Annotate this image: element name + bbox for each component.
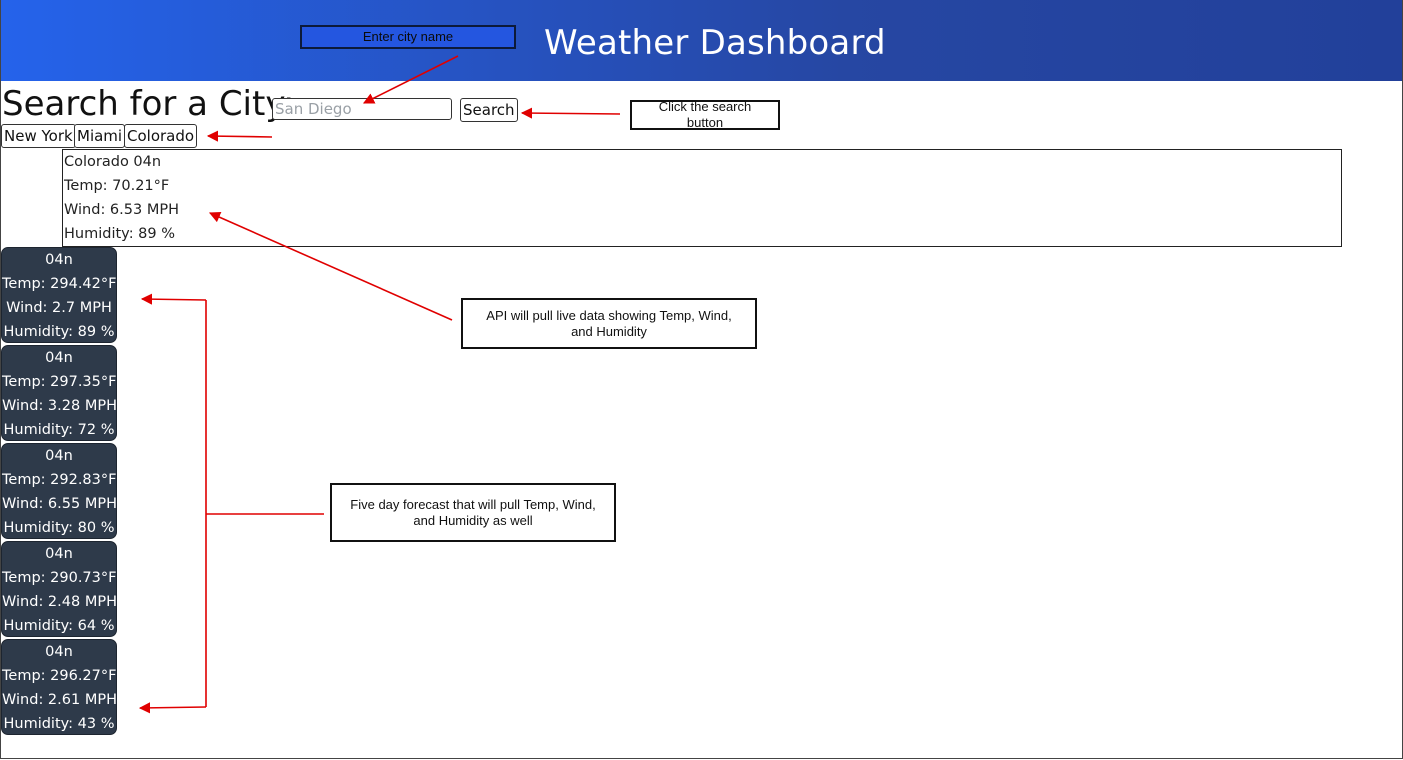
forecast-card: 04n Temp: 297.35°F Wind: 3.28 MPH Humidi… [1,345,117,441]
history-button-colorado[interactable]: Colorado [124,124,198,148]
forecast-wind: Wind: 6.55 MPH [2,496,117,512]
forecast-humidity: Humidity: 80 % [3,520,115,536]
annotation-five-day-forecast: Five day forecast that will pull Temp, W… [330,483,616,542]
annotation-click-search: Click the search button [630,99,780,130]
forecast-wind: Wind: 2.7 MPH [6,300,112,316]
city-search-input[interactable] [272,98,452,120]
forecast-humidity: Humidity: 89 % [3,324,115,340]
annotation-api-live-data: API will pull live data showing Temp, Wi… [461,298,757,349]
arrow-to-search-button [520,107,621,119]
search-button[interactable]: Search [460,98,518,122]
forecast-temp: Temp: 290.73°F [2,570,117,586]
forecast-bracket [205,300,324,707]
arrow-to-last-forecast [138,702,207,714]
forecast-card: 04n Temp: 296.27°F Wind: 2.61 MPH Humidi… [1,639,117,735]
forecast-humidity: Humidity: 72 % [3,422,115,438]
header-banner: Weather Dashboard [0,0,1403,81]
forecast-icon-code: 04n [45,350,73,366]
history-button-miami[interactable]: Miami [74,124,126,148]
forecast-wind: Wind: 2.61 MPH [2,692,117,708]
forecast-icon-code: 04n [45,546,73,562]
current-temp: Temp: 70.21°F [64,178,170,194]
forecast-temp: Temp: 292.83°F [2,472,117,488]
history-button-new-york[interactable]: New York [1,124,76,148]
forecast-icon-code: 04n [45,252,73,268]
arrow-to-first-forecast [140,293,207,305]
forecast-icon-code: 04n [45,448,73,464]
annotation-enter-city: Enter city name [300,25,516,49]
forecast-card: 04n Temp: 294.42°F Wind: 2.7 MPH Humidit… [1,247,117,343]
search-heading: Search for a City: [2,84,295,124]
current-weather-panel: Colorado 04n Temp: 70.21°F Wind: 6.53 MP… [62,149,1342,247]
forecast-temp: Temp: 294.42°F [2,276,117,292]
forecast-wind: Wind: 3.28 MPH [2,398,117,414]
forecast-icon-code: 04n [45,644,73,660]
forecast-humidity: Humidity: 64 % [3,618,115,634]
arrow-to-history-buttons [206,130,273,142]
current-humidity: Humidity: 89 % [64,226,176,242]
forecast-temp: Temp: 297.35°F [2,374,117,390]
current-city: Colorado 04n [64,154,162,170]
forecast-temp: Temp: 296.27°F [2,668,117,684]
current-wind: Wind: 6.53 MPH [64,202,179,218]
forecast-humidity: Humidity: 43 % [3,716,115,732]
forecast-card: 04n Temp: 290.73°F Wind: 2.48 MPH Humidi… [1,541,117,637]
forecast-wind: Wind: 2.48 MPH [2,594,117,610]
forecast-card: 04n Temp: 292.83°F Wind: 6.55 MPH Humidi… [1,443,117,539]
app-title: Weather Dashboard [544,23,886,63]
